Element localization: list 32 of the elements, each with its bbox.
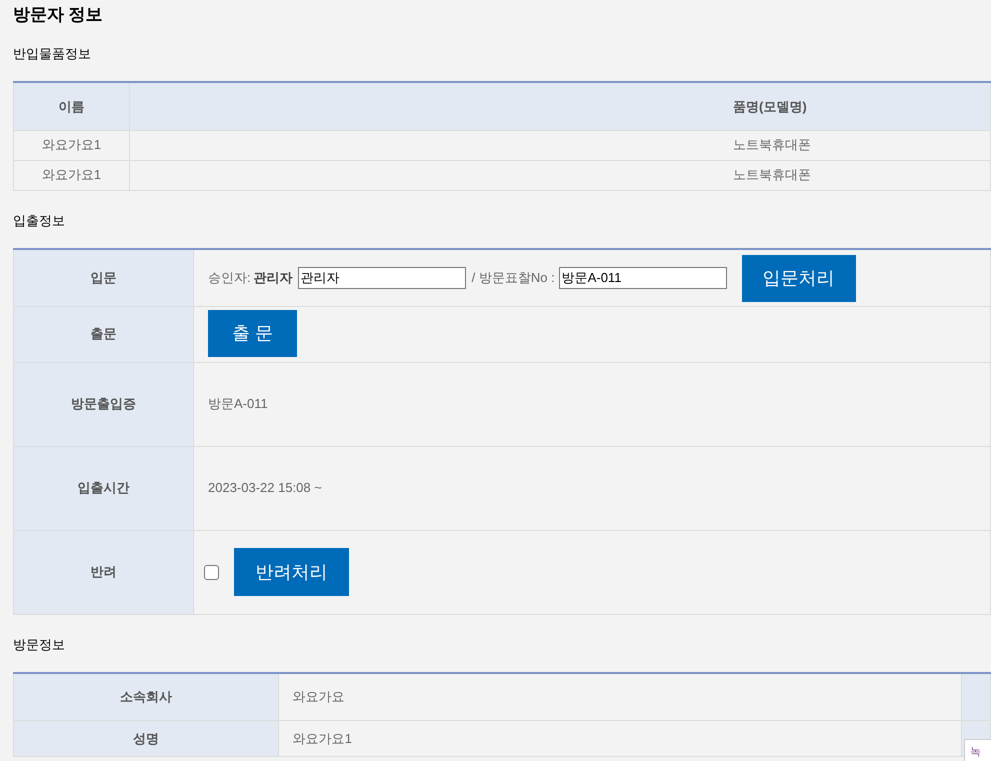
label-cell [962,672,990,720]
entry-button[interactable]: 입문처리 [742,254,856,302]
column-header: 품명(모델명) [130,82,990,130]
section-heading: 방문정보 [13,636,66,654]
row-label: 입문 [14,248,194,306]
badge-label: / 방문표찰No : [472,269,555,288]
field-value: 방문A-011 [208,395,268,414]
row-label: 입출시간 [14,446,194,530]
section-heading: 반입물품정보 [13,45,92,63]
approver-name: 관리자 [254,269,293,288]
row-label: 출문 [14,306,194,362]
page-title: 방문자 정보 [13,4,104,26]
table-cell: 노트북휴대폰 [130,130,990,160]
approver-field[interactable]: 관리자 [298,267,466,289]
column-header: 이름 [14,82,130,130]
row-label: 반려 [14,530,194,614]
field-value: 와요가요 [278,672,962,720]
table-cell: 와요가요1 [14,130,130,160]
field-value: 와요가요1 [278,720,962,756]
row-label: 소속회사 [14,672,278,720]
badge-number-field[interactable]: 방문A-011 [558,267,727,289]
table-cell: 와요가요1 [14,160,130,190]
reject-checkbox[interactable] [204,564,219,580]
reject-button[interactable]: 반려처리 [234,548,349,596]
side-tab[interactable]: 녹 [964,739,991,761]
row-label: 방문출입증 [14,362,194,446]
row-label: 성명 [14,720,278,756]
exit-button[interactable]: 출 문 [208,310,297,356]
approver-label: 승인자: [208,269,251,288]
section-heading: 입출정보 [13,212,66,230]
field-value: 2023-03-22 15:08 ~ [208,479,322,498]
table-cell: 노트북휴대폰 [130,160,990,190]
